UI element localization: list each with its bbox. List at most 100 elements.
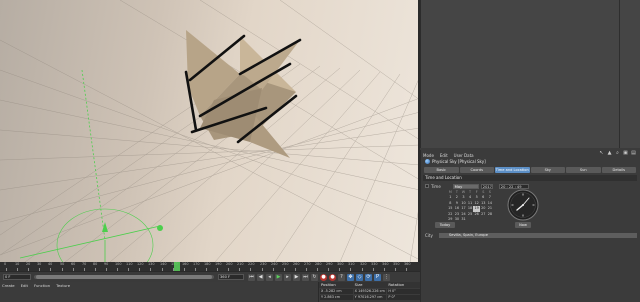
- goto-end-icon[interactable]: ⏭: [302, 274, 309, 281]
- search-icon[interactable]: ⌕: [615, 151, 620, 156]
- month-select[interactable]: May: [452, 183, 479, 189]
- tab-sky[interactable]: Sky: [530, 167, 565, 173]
- object-manager-divider: [619, 0, 620, 148]
- playhead[interactable]: [174, 262, 180, 271]
- timeline-tick-label: 210: [237, 262, 244, 266]
- city-row: City Sevilla, Spain, Europe: [425, 232, 637, 238]
- timeline-tick-label: 100: [115, 262, 122, 266]
- time-checkbox[interactable]: [425, 184, 429, 188]
- today-button[interactable]: Today: [435, 222, 455, 228]
- calendar-day[interactable]: 25: [467, 212, 474, 217]
- size-x-field[interactable]: X 149326.226 cm: [353, 288, 387, 294]
- tab-details[interactable]: Details: [601, 167, 636, 173]
- next-key-icon[interactable]: ▶: [293, 274, 300, 281]
- prev-key-icon[interactable]: ◀: [257, 274, 264, 281]
- next-frame-icon[interactable]: ▸: [284, 274, 291, 281]
- play-icon[interactable]: ▶: [275, 274, 282, 281]
- tab-time-and-location[interactable]: Time and Location: [495, 167, 530, 173]
- timeline-tick-label: 320: [360, 262, 367, 266]
- object-name: Physical Sky [Physical Sky]: [432, 159, 486, 164]
- lock-icon[interactable]: ▣: [623, 151, 628, 156]
- material-menu: Create Edit Function Texture: [2, 283, 70, 288]
- timeline-tick-label: 60: [71, 262, 76, 266]
- timeline-tick-label: 250: [282, 262, 289, 266]
- time-field[interactable]: 20 : 22 : 49: [498, 183, 529, 189]
- size-y-field[interactable]: Y 97016.297 cm: [353, 294, 387, 300]
- coordinate-manager: Position Size Rotation X -5.282 cm X 149…: [318, 282, 421, 302]
- timeline-tick-label: 190: [215, 262, 222, 266]
- city-select[interactable]: Sevilla, Spain, Europe: [438, 232, 637, 238]
- attribute-menu: Mode Edit User Data: [423, 152, 474, 158]
- position-x-field[interactable]: X -5.282 cm: [320, 288, 353, 294]
- timeline-tick-label: 340: [382, 262, 389, 266]
- attribute-nav: ↖ ▲ ⌕ ▣ ▤: [599, 151, 636, 156]
- object-title: Physical Sky [Physical Sky]: [425, 159, 486, 164]
- section-title: Time and Location: [423, 175, 637, 181]
- menu-edit-material[interactable]: Edit: [21, 283, 28, 288]
- timeline-tick-label: 330: [371, 262, 378, 266]
- tab-sun[interactable]: Sun: [566, 167, 601, 173]
- timeline-tick-label: 110: [126, 262, 133, 266]
- attribute-tabs: Basic Coords Time and Location Sky Sun D…: [424, 167, 636, 173]
- frame-range-slider[interactable]: [34, 275, 214, 279]
- calendar-day[interactable]: 26: [473, 212, 480, 217]
- timeline-tick-label: 220: [248, 262, 255, 266]
- calendar-day[interactable]: 27: [480, 212, 487, 217]
- axis-gizmo[interactable]: [19, 69, 163, 262]
- timeline-tick-label: 270: [304, 262, 311, 266]
- position-header: Position: [321, 282, 336, 287]
- timeline-tick-label: 50: [60, 262, 65, 266]
- timeline-tick-label: 0: [4, 262, 7, 266]
- year-field[interactable]: 2017: [480, 183, 493, 189]
- sky-icon: [425, 159, 430, 164]
- timeline-tick-label: 90: [104, 262, 109, 266]
- key-selection-icon[interactable]: ?: [338, 274, 345, 281]
- menu-edit[interactable]: Edit: [440, 153, 448, 158]
- clock-icon[interactable]: [507, 189, 539, 221]
- position-y-field[interactable]: Y 2.863 cm: [320, 294, 353, 300]
- calendar-day[interactable]: 28: [487, 212, 494, 217]
- tab-basic[interactable]: Basic: [424, 167, 459, 173]
- scale-key-icon[interactable]: ◇: [356, 274, 363, 281]
- timeline-tick-label: 300: [337, 262, 344, 266]
- prev-frame-icon[interactable]: ◂: [266, 274, 273, 281]
- goto-start-icon[interactable]: ⏮: [248, 274, 255, 281]
- rotation-h-field[interactable]: H 0°: [387, 288, 421, 294]
- viewport-scene: [0, 0, 420, 262]
- 3d-viewport[interactable]: [0, 0, 420, 262]
- menu-function[interactable]: Function: [34, 283, 50, 288]
- up-icon[interactable]: ▲: [607, 151, 612, 156]
- timeline-tick-label: 130: [148, 262, 155, 266]
- calendar-day[interactable]: 31: [460, 217, 467, 222]
- grid-key-icon[interactable]: ⋮: [383, 274, 390, 281]
- param-key-icon[interactable]: P: [374, 274, 381, 281]
- right-panel: Mode Edit User Data ↖ ▲ ⌕ ▣ ▤ Physical S…: [420, 0, 640, 302]
- rotate-key-icon[interactable]: ⟳: [365, 274, 372, 281]
- menu-mode[interactable]: Mode: [423, 153, 434, 158]
- rotation-p-field[interactable]: P 0°: [387, 294, 421, 300]
- menu-user-data[interactable]: User Data: [454, 153, 474, 158]
- menu-create[interactable]: Create: [2, 283, 15, 288]
- timeline[interactable]: 0102030405060708090100110120130140150160…: [0, 262, 420, 271]
- object-manager[interactable]: [420, 0, 640, 148]
- new-window-icon[interactable]: ▤: [631, 151, 636, 156]
- arrow-icon[interactable]: ↖: [599, 151, 604, 156]
- calendar-grid: M T W T F S S 1 2 3 4 5 6 7 8 9 10 11 12 13 14 15 16 17 18 19 20 21…: [447, 190, 495, 222]
- menu-texture[interactable]: Texture: [56, 283, 70, 288]
- frame-range-fill: [36, 275, 212, 279]
- record-icon[interactable]: ●: [320, 274, 327, 281]
- now-button[interactable]: Now: [515, 222, 531, 228]
- timeline-tick-label: 10: [15, 262, 20, 266]
- timeline-tick-label: 290: [326, 262, 333, 266]
- star-object[interactable]: [184, 30, 302, 158]
- tab-coords[interactable]: Coords: [459, 167, 494, 173]
- move-key-icon[interactable]: ✥: [347, 274, 354, 281]
- autokey-icon[interactable]: ●: [329, 274, 336, 281]
- timeline-tick-label: 40: [48, 262, 53, 266]
- timeline-tick-label: 170: [193, 262, 200, 266]
- loop-icon[interactable]: ↻: [311, 274, 318, 281]
- size-header: Size: [354, 282, 363, 287]
- start-frame-field[interactable]: 0 F: [3, 274, 31, 280]
- timeline-ruler[interactable]: 0102030405060708090100110120130140150160…: [4, 262, 414, 271]
- end-frame-field[interactable]: 360 F: [218, 274, 244, 280]
